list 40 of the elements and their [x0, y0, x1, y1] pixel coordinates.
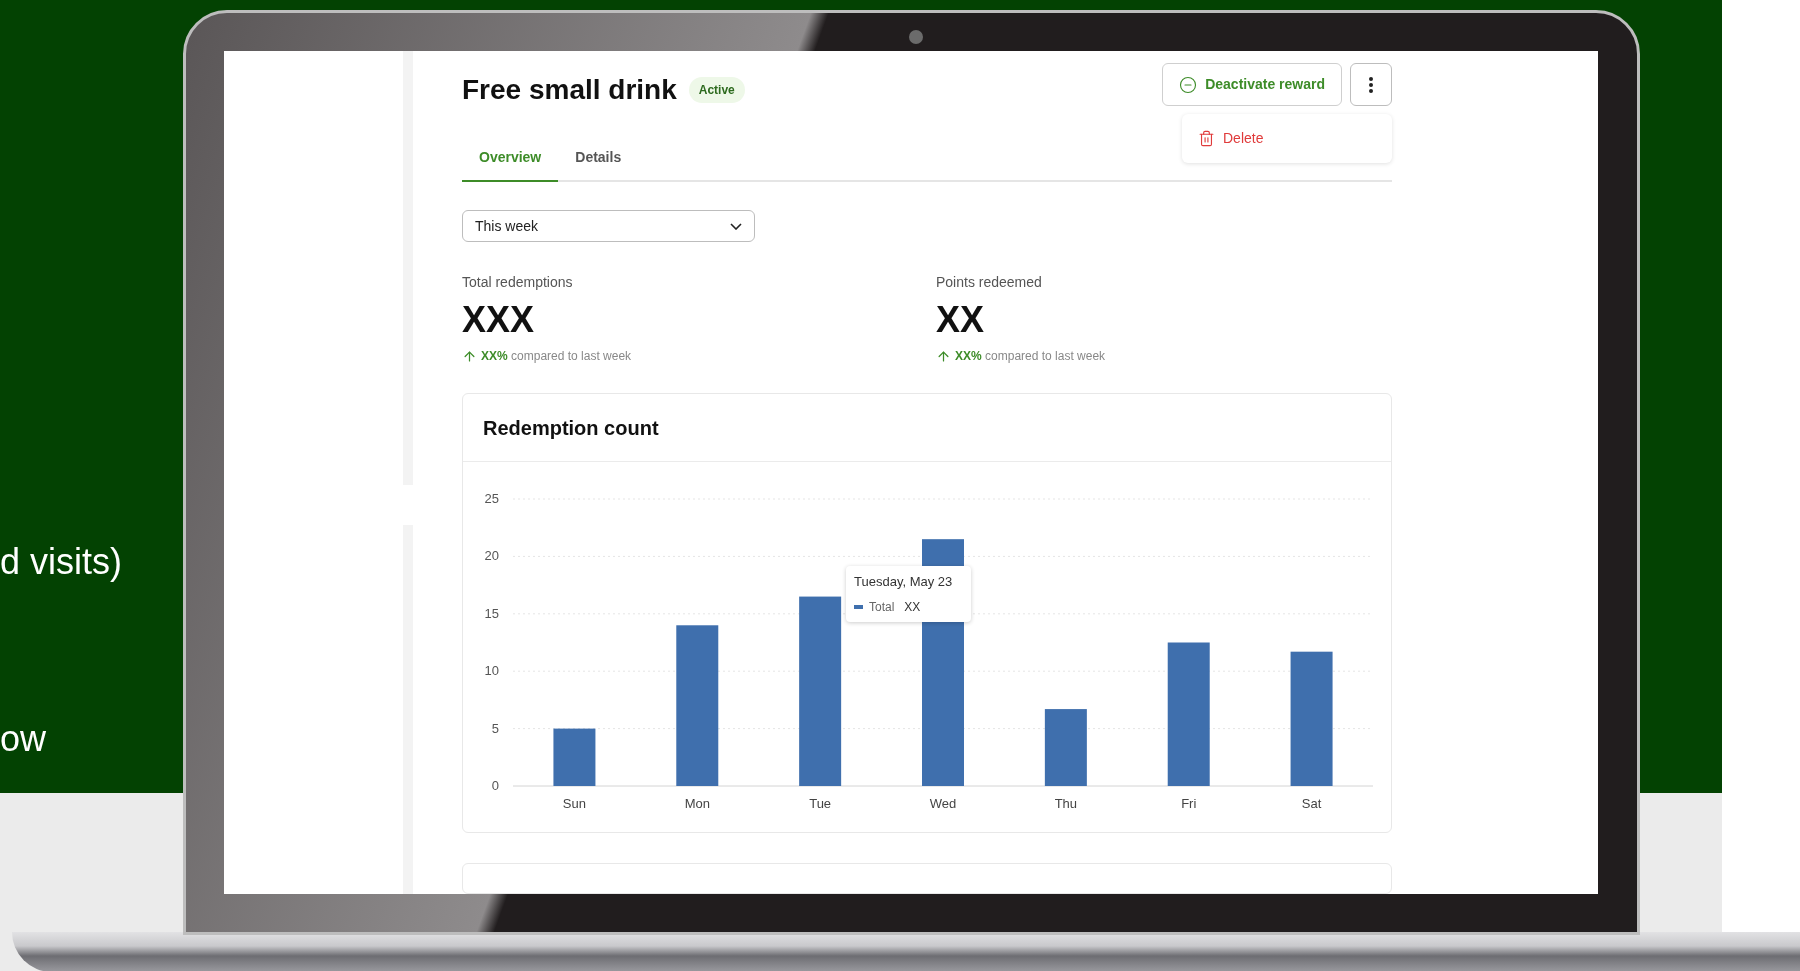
backdrop-text: d visits)	[0, 540, 122, 584]
tab[interactable]: Overview	[462, 147, 559, 182]
category-label: Tue	[809, 796, 832, 812]
category-label: Mon	[684, 796, 710, 812]
change-text: XX% compared to last week	[481, 348, 632, 366]
axis-tick-label: 20	[484, 548, 499, 564]
stat-label: Total redemptions	[462, 273, 574, 293]
stat-label: Points redeemed	[936, 273, 1043, 293]
tooltip-title: Tuesday, May 23	[854, 573, 954, 592]
tab[interactable]: Details	[558, 147, 639, 182]
legend-swatch	[854, 604, 863, 609]
category-label: Wed	[929, 796, 957, 812]
tooltip-label: Total	[869, 598, 895, 616]
more-icon	[1369, 76, 1373, 93]
category-label: Thu	[1054, 796, 1078, 812]
axis-tick-label: 10	[484, 663, 499, 679]
change-text: XX% compared to last week	[955, 348, 1106, 366]
menu-item[interactable]: Delete	[1182, 122, 1280, 155]
stat-value: XXX	[462, 298, 536, 343]
period-dropdown[interactable]: This week	[462, 210, 755, 243]
stat-value: XX	[936, 298, 986, 343]
chevron-down-icon	[730, 222, 742, 230]
bar	[553, 728, 596, 787]
chart-title: Redemption count	[483, 415, 659, 441]
tooltip-value: XX	[904, 598, 921, 616]
category-label: Sun	[562, 796, 586, 812]
page-title: Free small drink	[462, 73, 677, 107]
status-badge: Active	[688, 77, 745, 103]
axis-tick-label: 25	[484, 491, 499, 507]
category-label: Sat	[1301, 796, 1322, 812]
trash-icon	[1198, 130, 1215, 147]
category-label: Fri	[1181, 796, 1197, 812]
deactivate-button[interactable]: Deactivate reward	[1162, 63, 1342, 106]
axis-tick-label: 15	[484, 606, 499, 622]
axis-tick-label: 5	[491, 720, 499, 736]
camera-icon	[909, 30, 923, 44]
more-menu-button[interactable]	[1350, 63, 1392, 106]
backdrop-text: ow	[0, 717, 47, 761]
minus-circle-icon	[1179, 75, 1198, 94]
axis-tick-label: 0	[491, 778, 499, 794]
